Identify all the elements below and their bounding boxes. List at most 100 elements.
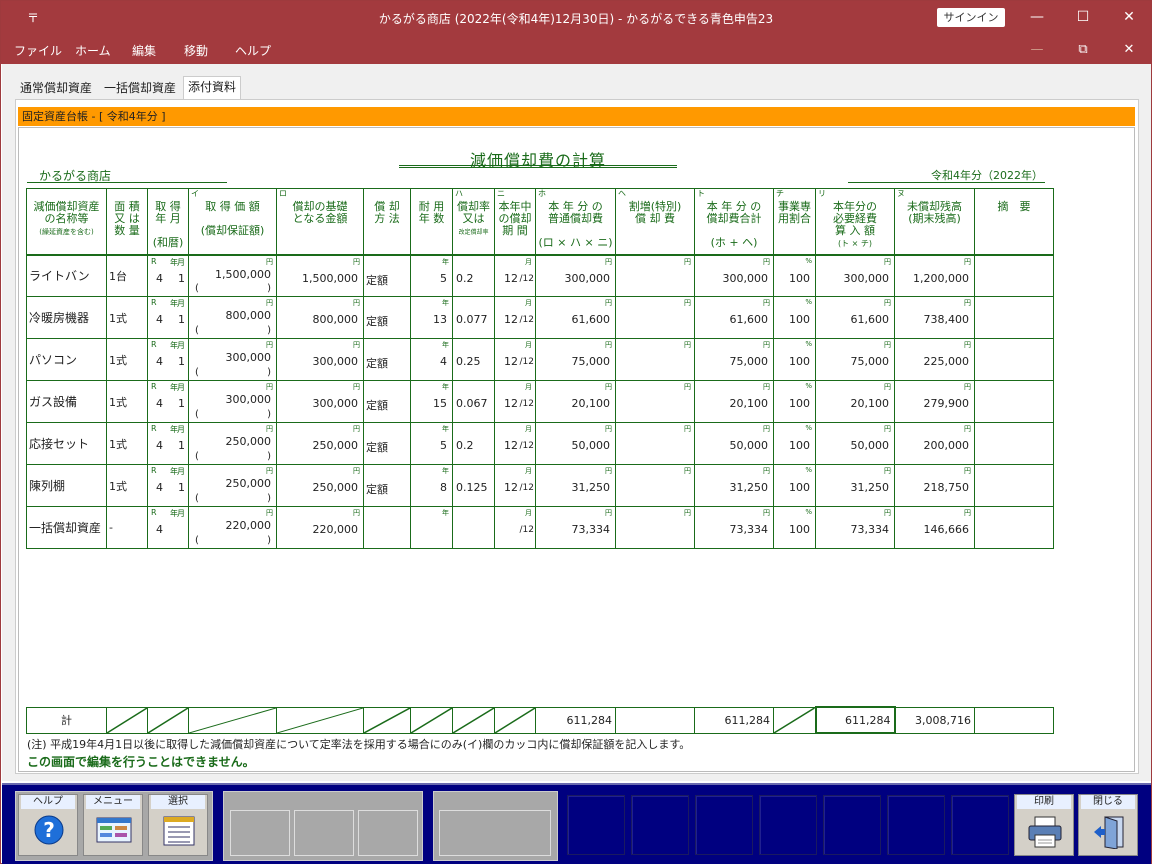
print-button[interactable]: 印刷 [1014,794,1074,856]
totals-extra [615,706,695,734]
maximize-button[interactable]: ☐ [1060,1,1106,36]
empty-slot [294,810,354,856]
cell-acquired: R年月41 [147,338,189,381]
list-select-icon [163,816,195,846]
paren-open: ( [195,409,199,420]
era-tag: R [151,298,157,307]
era-tag: R [151,382,157,391]
yen-unit: 円 [684,341,691,349]
dep-months: 12 [504,439,518,452]
cell-remaining: 円 200,000 [894,422,975,465]
header-normal-dep: ホ本 年 分 の 普通償却費 (ロ × ハ × ニ) [535,188,616,256]
tab-attachments[interactable]: 添付資料 [183,76,242,99]
close-button[interactable]: 閉じる [1078,794,1138,856]
totals-total-dep: 611,284 [694,706,774,734]
table-row: 一括償却資産 - R 年月 4 円 220,000() 円 220,000 年月/12 円 73,33… [26,506,1054,549]
cell-total-dep: 円 61,600 [694,296,774,339]
cell-life: 年 13 [410,296,453,339]
table-row: ガス設備 1式 R 年月 4 1 円 300,000() 円 300,000 定額年 15 0.067 月… [26,380,1054,423]
cell-normal-dep: 円 61,600 [535,296,616,339]
cell-remaining: 円 146,666 [894,506,975,549]
per12-unit: /12 [519,399,534,409]
cell-asset-name: ガス設備 [26,380,107,423]
cell-asset-name: 冷暖房機器 [26,296,107,339]
remaining-balance: 218,750 [923,481,970,494]
dep-rate: 0.077 [456,313,488,326]
cell-remaining: 円 738,400 [894,296,975,339]
yen-unit: 円 [763,257,770,266]
expense-amount: 50,000 [850,439,890,452]
per12-unit: /12 [519,357,534,367]
pct-unit: % [805,382,812,390]
cell-remaining: 円 279,900 [894,380,975,423]
acq-month: 1 [178,271,185,285]
cell-method: 定額 [363,380,411,423]
totals-remarks [974,706,1054,734]
doc-close-button[interactable]: ✕ [1106,36,1152,64]
tab-normal-assets[interactable]: 通常償却資産 [16,78,96,98]
signin-button[interactable]: サインイン [937,8,1005,27]
cell-extra-dep: 円 [615,464,695,507]
yen-unit: 円 [763,467,770,475]
menu-button[interactable]: メニュー [83,794,143,856]
base-amount: 300,000 [312,355,359,368]
menu-home[interactable]: ホーム [75,42,111,59]
doc-minimize-button[interactable]: — [1014,36,1060,64]
cell-qty: 1式 [106,422,148,465]
header-remaining: ヌ未償却残高 (期末残高) [894,188,975,256]
header-base: ロ償却の基礎 となる金額 [276,188,364,256]
totals-table: 計 611,284 611,284 611,284 3,008,716 [26,706,1054,734]
asset-qty: 1台 [109,269,127,283]
empty-slot [695,795,753,855]
cell-total-dep: 円 20,100 [694,380,774,423]
remaining-balance: 200,000 [923,439,970,452]
cell-expense: 円 50,000 [815,422,895,465]
minimize-button[interactable]: — [1014,1,1060,36]
doc-restore-button[interactable]: ⧉ [1060,36,1106,64]
totals-remaining: 3,008,716 [894,706,975,734]
per12-unit: /12 [519,441,534,451]
yen-unit: 円 [884,383,891,391]
business-ratio: 100 [789,271,810,285]
year-unit: 年 [442,383,449,391]
cell-asset-name: 応接セット [26,422,107,465]
dep-method: 定額 [366,273,388,287]
cell-remaining: 円 218,750 [894,464,975,507]
dep-months: 12 [504,313,518,326]
header-extra-dep: ヘ割増(特別) 償 却 費 [615,188,695,256]
cell-cost: 円 220,000 () [188,506,277,549]
useful-life: 8 [440,481,447,494]
month-unit: 月 [177,467,185,476]
yen-unit: 円 [266,425,273,433]
menu-help[interactable]: ヘルプ [235,42,271,59]
header-expense: リ本年分の 必要経費 算 入 額 (ト × チ) [815,188,895,256]
yen-unit: 円 [605,509,612,517]
cell-base: 円 300,000 [276,338,364,381]
footnote: (注) 平成19年4月1日以後に取得した減価償却資産について定率法を採用する場合… [27,738,691,751]
expense-amount: 31,250 [850,481,890,494]
cell-qty: 1式 [106,380,148,423]
close-window-button[interactable]: ✕ [1106,1,1152,36]
month-unit: 月 [525,257,532,266]
help-button[interactable]: ヘルプ ? [18,794,78,856]
paren-close: ) [267,325,271,336]
cell-remaining: 円 225,000 [894,338,975,381]
expense-amount: 73,334 [850,523,890,536]
totals-expense[interactable]: 611,284 [814,706,896,734]
tab-bulk-assets[interactable]: 一括償却資産 [100,78,180,98]
useful-life: 5 [440,271,447,285]
cell-qty: 1式 [106,338,148,381]
menu-file[interactable]: ファイル [14,42,62,59]
acq-year: 4 [156,439,163,452]
yen-unit: 円 [964,383,971,391]
menu-move[interactable]: 移動 [184,42,208,59]
base-amount: 250,000 [312,481,359,494]
yen-unit: 円 [605,257,612,266]
year-unit: 年 [442,509,449,517]
acq-cost: 1,500,000 [215,267,271,281]
menu-edit[interactable]: 編集 [132,42,156,59]
paren-close: ) [267,451,271,462]
asset-qty: 1式 [109,479,127,493]
select-button[interactable]: 選択 [148,794,208,856]
cell-period: 月 12/12 [494,464,536,507]
